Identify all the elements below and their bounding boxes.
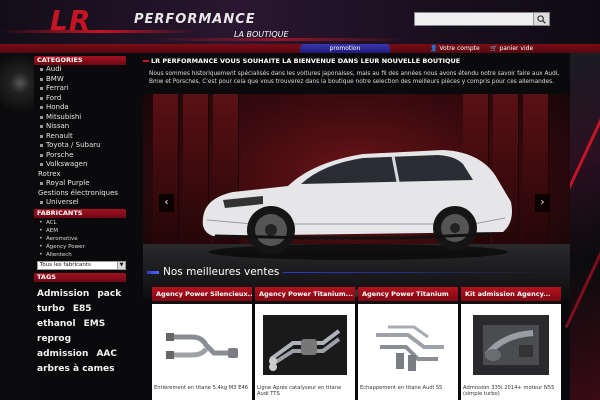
tag-link[interactable]: AAC [96, 349, 117, 359]
backdrop-panel [523, 94, 549, 244]
category-item[interactable]: Mitsubishi [34, 113, 126, 123]
product-card[interactable]: Agency Power Titanium Echappement en tit… [358, 287, 458, 400]
user-icon: 👤 [430, 45, 438, 52]
top-nav-bar: promotion 👤 Votre compte 🛒 panier vide [0, 44, 600, 53]
product-title-bar [358, 301, 458, 304]
best-sellers-heading: Nos meilleures ventes [143, 265, 570, 279]
logo-subtitle: LA BOUTIQUE [234, 30, 289, 39]
product-title-bar [255, 301, 355, 304]
product-title[interactable]: Agency Power Silencieux... [152, 287, 252, 301]
category-item[interactable]: BMW [34, 75, 126, 85]
product-title-bar [152, 301, 252, 304]
slider-prev-button[interactable]: ‹ [159, 194, 174, 212]
welcome-heading: LR PERFORMANCE VOUS SOUHAITE LA BIENVENU… [143, 56, 570, 66]
tag-link[interactable]: Admission [37, 289, 89, 299]
product-desc: Echappement en titane Audi S5 [360, 385, 443, 391]
main-content: LR PERFORMANCE VOUS SOUHAITE LA BIENVENU… [143, 56, 570, 400]
manufacturers-header: FABRICANTS [34, 208, 126, 218]
manufacturer-item[interactable]: ACL [34, 219, 126, 227]
site-logo[interactable]: LR PERFORMANCE LA BOUTIQUE [50, 4, 300, 42]
search-box [414, 12, 550, 32]
cart-icon: 🛒 [490, 45, 498, 52]
product-title[interactable]: Kit admission Agency... [461, 287, 561, 301]
search-icon [537, 14, 546, 24]
tag-link[interactable]: arbres à cames [37, 364, 114, 374]
exhaust-pipes-image[interactable] [362, 307, 454, 382]
site-header: LR PERFORMANCE LA BOUTIQUE [0, 0, 600, 44]
manufacturers-select[interactable]: Tous les fabricants ▼ [37, 260, 126, 270]
logo-lr: LR [50, 4, 92, 37]
manufacturers-select-value: Tous les fabricants [40, 261, 91, 268]
category-item[interactable]: Audi [34, 65, 126, 75]
categories-header: CATEGORIES [34, 56, 126, 65]
product-title[interactable]: Agency Power Titanium... [255, 287, 355, 301]
tag-link[interactable]: ethanol [37, 319, 76, 329]
intake-kit-image[interactable] [465, 307, 557, 382]
cart-label: panier vide [499, 45, 534, 52]
category-list: Audi BMW Ferrari Ford Honda Mitsubishi Nissan R… [34, 65, 126, 208]
sidebar: CATEGORIES Audi BMW Ferrari Ford Honda Mitsub… [34, 56, 126, 400]
category-item[interactable]: Volkswagen [34, 160, 126, 170]
search-input[interactable] [415, 19, 533, 32]
category-item[interactable]: Ford [34, 94, 126, 104]
exhaust-y-pipe-image[interactable] [156, 307, 248, 382]
category-item[interactable]: Royal Purple [34, 179, 126, 189]
product-card[interactable]: Kit admission Agency... Admission 335i 2… [461, 287, 561, 400]
manufacturer-item[interactable]: AEM [34, 227, 126, 235]
category-item[interactable]: Honda [34, 103, 126, 113]
manufacturer-item[interactable]: Aeromotive [34, 235, 126, 243]
promotion-tab[interactable]: promotion [300, 44, 390, 53]
category-item[interactable]: Renault [34, 132, 126, 142]
product-desc: Ligne Après catalyseur en titane Audi TT… [257, 385, 342, 397]
product-title[interactable]: Agency Power Titanium [358, 287, 458, 301]
category-item[interactable]: Gestions électroniques [34, 189, 126, 199]
backdrop-panel [153, 94, 179, 244]
manufacturer-item[interactable]: Agency Power [34, 243, 126, 251]
account-link[interactable]: 👤 Votre compte [430, 44, 480, 53]
tag-link[interactable]: E85 [73, 304, 92, 314]
decor-slash [564, 217, 600, 329]
tags-header: TAGS [34, 272, 126, 282]
car-image [202, 150, 512, 260]
tag-link[interactable]: admission [37, 349, 88, 359]
tag-link[interactable]: EMS [84, 319, 106, 329]
exhaust-system-image[interactable] [259, 307, 351, 382]
category-item[interactable]: Nissan [34, 122, 126, 132]
tag-link[interactable]: reprog [37, 334, 71, 344]
manufacturer-list: ACLAEMAeromotiveAgency PowerAllentech [34, 218, 126, 259]
cart-link[interactable]: 🛒 panier vide [490, 44, 533, 53]
account-label: Votre compte [439, 45, 480, 52]
product-title-bar [461, 301, 561, 304]
manufacturer-item[interactable]: Allentech [34, 251, 126, 259]
product-card[interactable]: Agency Power Silencieux... Entièrement e… [152, 287, 252, 400]
product-grid: Agency Power Silencieux... Entièrement e… [152, 287, 562, 400]
category-item[interactable]: Porsche [34, 151, 126, 161]
right-background [558, 53, 600, 400]
category-item[interactable]: Rotrex [34, 170, 126, 180]
intro-text: Nous sommes historiquement spécialisés d… [149, 71, 560, 85]
tag-cloud: Admission pack turbo E85 ethanol EMS rep… [34, 282, 126, 375]
left-background [0, 53, 34, 400]
product-card[interactable]: Agency Power Titanium... Ligne Après cat… [255, 287, 355, 400]
category-item[interactable]: Universel [34, 198, 126, 208]
tag-link[interactable]: turbo [37, 304, 65, 314]
logo-performance: PERFORMANCE [134, 12, 256, 27]
search-button[interactable] [533, 13, 549, 25]
category-item[interactable]: Ferrari [34, 84, 126, 94]
product-desc: Admission 335i 2014+ moteur N55 (simple … [463, 385, 555, 397]
product-desc: Entièrement en titane 5.4kg M3 E46 [154, 385, 249, 391]
tag-link[interactable]: pack [97, 289, 121, 299]
category-item[interactable]: Toyota / Subaru [34, 141, 126, 151]
chevron-down-icon: ▼ [117, 261, 125, 269]
slider-next-button[interactable]: › [535, 194, 550, 212]
